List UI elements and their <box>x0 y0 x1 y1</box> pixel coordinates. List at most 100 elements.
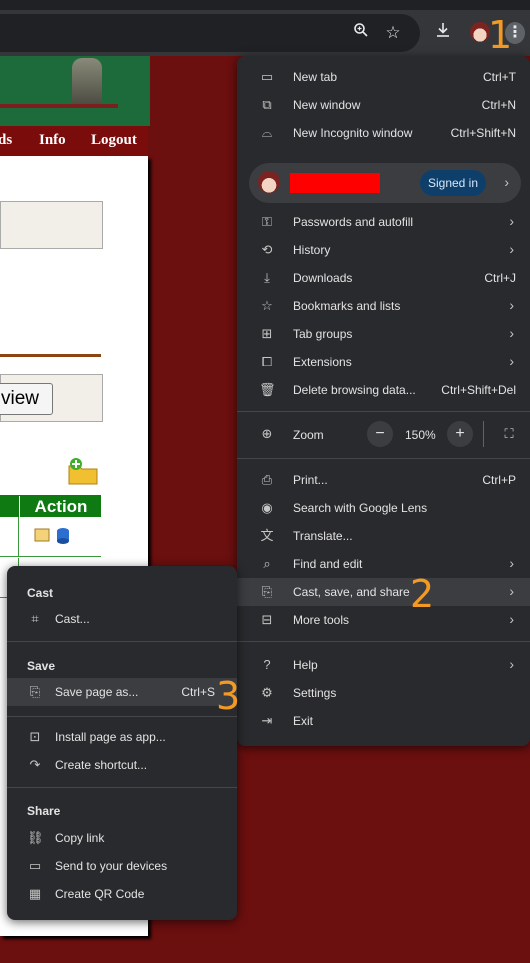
nav-link-partial[interactable]: ds <box>0 132 12 149</box>
menu-item-label: Downloads <box>293 271 353 285</box>
header-rule <box>0 104 118 108</box>
cast-save-share-submenu: Cast ⌗ Cast... Save ⎘ Save page as... Ct… <box>7 566 237 920</box>
menu-item-google-lens[interactable]: ◉ Search with Google Lens <box>237 494 530 522</box>
menu-item-settings[interactable]: ⚙ Settings <box>237 679 530 707</box>
incognito-icon: ⌓ <box>261 125 273 140</box>
chevron-right-icon: › <box>509 325 514 341</box>
chevron-right-icon: › <box>509 656 514 672</box>
help-icon: ? <box>263 657 271 672</box>
menu-item-print[interactable]: ⎙ Print... Ctrl+P <box>237 466 530 494</box>
toolbox-icon: ⊟ <box>261 612 273 627</box>
menu-item-label: New tab <box>293 70 338 84</box>
site-navbar: ds Info Logout <box>0 126 148 156</box>
submenu-item-create-shortcut[interactable]: ↷ Create shortcut... <box>7 751 237 779</box>
menu-item-label: Find and edit <box>293 557 363 571</box>
install-app-icon: ⊡ <box>29 729 41 744</box>
menu-item-label: Tab groups <box>293 327 353 341</box>
chevron-right-icon: › <box>504 174 509 190</box>
link-icon: ⛓ <box>27 830 44 845</box>
new-window-icon: ⧉ <box>262 97 272 112</box>
download-icon[interactable] <box>430 20 456 46</box>
chevron-right-icon: › <box>509 353 514 369</box>
menu-item-label: Create shortcut... <box>55 758 148 772</box>
menu-item-bookmarks[interactable]: ☆ Bookmarks and lists › <box>237 292 530 320</box>
menu-item-label: Bookmarks and lists <box>293 299 401 313</box>
profile-row[interactable]: Signed in › <box>249 163 521 203</box>
menu-item-label: Exit <box>293 714 314 728</box>
menu-divider <box>237 411 530 412</box>
submenu-header-share: Share <box>27 804 61 818</box>
zoom-row: ⊕ Zoom − 150% + ⛶ <box>237 419 530 449</box>
history-icon: ⟲ <box>261 242 273 257</box>
menu-item-label: More tools <box>293 613 350 627</box>
menu-item-shortcut: Ctrl+J <box>484 271 516 285</box>
chrome-main-menu: ▭ New tab Ctrl+T ⧉ New window Ctrl+N ⌓ N… <box>237 56 530 746</box>
zoom-icon: ⊕ <box>261 426 273 441</box>
menu-item-passwords[interactable]: ⚿ Passwords and autofill › <box>237 208 530 236</box>
chevron-right-icon: › <box>509 241 514 257</box>
profile-avatar[interactable] <box>470 22 490 42</box>
menu-item-label: Translate... <box>293 529 353 543</box>
menu-item-new-incognito[interactable]: ⌓ New Incognito window Ctrl+Shift+N <box>237 119 530 147</box>
bookmark-star-icon[interactable]: ☆ <box>380 20 406 46</box>
menu-item-tab-groups[interactable]: ⊞ Tab groups › <box>237 320 530 348</box>
menu-item-more-tools[interactable]: ⊟ More tools › <box>237 606 530 634</box>
zoom-level: 150% <box>405 428 436 442</box>
submenu-header-save: Save <box>27 659 56 673</box>
nav-link-logout[interactable]: Logout <box>91 132 137 149</box>
chevron-right-icon: › <box>509 213 514 229</box>
zoom-out-button[interactable]: − <box>367 421 393 447</box>
menu-item-find-edit[interactable]: ⌕ Find and edit › <box>237 550 530 578</box>
menu-item-exit[interactable]: ⇥ Exit <box>237 707 530 735</box>
menu-item-shortcut: Ctrl+Shift+N <box>450 126 516 140</box>
menu-item-label: Cast, save, and share <box>293 585 410 599</box>
menu-item-help[interactable]: ? Help › <box>237 651 530 679</box>
submenu-item-send-devices[interactable]: ▭ Send to your devices <box>7 852 237 880</box>
menu-item-shortcut: Ctrl+S <box>181 685 215 699</box>
submenu-item-qr-code[interactable]: ▦ Create QR Code <box>7 880 237 908</box>
action-column-header: Action <box>19 496 102 518</box>
submenu-item-install-app[interactable]: ⊡ Install page as app... <box>7 723 237 751</box>
menu-item-cast-save-share[interactable]: ⎘ Cast, save, and share › <box>237 578 530 606</box>
submenu-item-copy-link[interactable]: ⛓ Copy link <box>7 824 237 852</box>
step-annotation-2: 2 <box>410 572 435 616</box>
menu-item-delete-data[interactable]: 🗑 Delete browsing data... Ctrl+Shift+Del <box>237 376 530 404</box>
chevron-right-icon: › <box>509 611 514 627</box>
devices-icon: ▭ <box>28 858 42 873</box>
key-icon: ⚿ <box>262 214 272 229</box>
edit-delete-icons[interactable] <box>33 523 69 545</box>
menu-item-extensions[interactable]: ⧠ Extensions › <box>237 348 530 376</box>
menu-item-label: Copy link <box>55 831 105 845</box>
view-button[interactable]: view <box>0 383 53 415</box>
zoom-in-button[interactable]: + <box>447 421 473 447</box>
star-icon: ☆ <box>261 298 273 313</box>
menu-item-downloads[interactable]: ⤓ Downloads Ctrl+J <box>237 264 530 292</box>
menu-item-label: New Incognito window <box>293 126 413 140</box>
shortcut-icon: ↷ <box>29 757 41 772</box>
menu-item-label: Cast... <box>55 612 90 626</box>
menu-item-label: Extensions <box>293 355 352 369</box>
menu-item-shortcut: Ctrl+N <box>481 98 516 112</box>
new-tab-icon: ▭ <box>260 69 274 84</box>
menu-item-translate[interactable]: 文 Translate... <box>237 522 530 550</box>
menu-item-new-tab[interactable]: ▭ New tab Ctrl+T <box>237 63 530 91</box>
qr-code-icon: ▦ <box>28 886 42 901</box>
menu-item-history[interactable]: ⟲ History › <box>237 236 530 264</box>
menu-item-new-window[interactable]: ⧉ New window Ctrl+N <box>237 91 530 119</box>
submenu-item-cast[interactable]: ⌗ Cast... <box>7 605 237 633</box>
download-icon: ⤓ <box>264 270 270 285</box>
add-folder-icon[interactable] <box>66 456 100 486</box>
menu-item-label: History <box>293 243 331 257</box>
fullscreen-icon[interactable]: ⛶ <box>501 426 517 442</box>
menu-item-shortcut: Ctrl+P <box>482 473 516 487</box>
menu-item-label: New window <box>293 98 361 112</box>
zoom-separator <box>483 421 484 447</box>
input-box[interactable] <box>0 201 103 249</box>
printer-icon: ⎙ <box>261 472 273 487</box>
signed-in-badge[interactable]: Signed in <box>420 170 486 196</box>
menu-item-label: Create QR Code <box>55 887 145 901</box>
menu-item-label: Help <box>293 658 318 672</box>
submenu-item-save-page[interactable]: ⎘ Save page as... Ctrl+S <box>7 678 237 706</box>
nav-link-info[interactable]: Info <box>39 132 66 149</box>
zoom-icon[interactable] <box>348 20 374 46</box>
